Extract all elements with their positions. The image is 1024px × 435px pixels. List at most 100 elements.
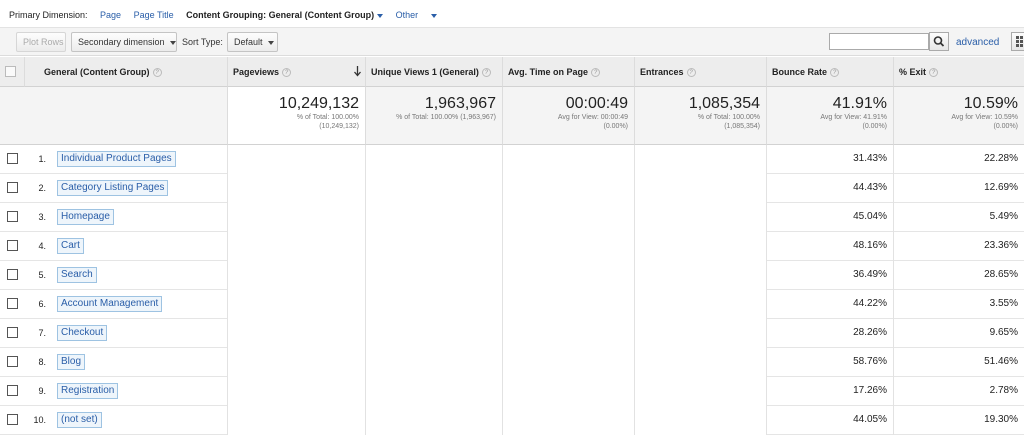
- exit-cell: 23.36%: [984, 240, 1018, 251]
- dimension-page-link[interactable]: Page: [100, 10, 121, 20]
- row-checkbox[interactable]: [7, 211, 18, 222]
- pageviews-cell: [228, 406, 366, 435]
- pageviews-cell: [228, 203, 366, 232]
- entrances-cell: [635, 348, 767, 377]
- entrances-cell: [635, 261, 767, 290]
- help-icon[interactable]: ?: [929, 68, 939, 78]
- column-header-entrances[interactable]: Entrances?: [635, 57, 767, 87]
- total-bounce-rate: 41.91% Avg for View: 41.91% (0.00%): [767, 87, 894, 145]
- chevron-down-icon: [377, 13, 384, 18]
- row-number: 8.: [38, 357, 46, 367]
- unique-views-cell: [366, 290, 503, 319]
- column-header-dimension[interactable]: General (Content Group)?: [25, 57, 228, 87]
- table-row: 10. (not set) 44.05% 19.30%: [0, 406, 1024, 435]
- content-group-link[interactable]: Homepage: [57, 209, 114, 225]
- exit-cell: 3.55%: [989, 298, 1018, 309]
- content-group-link[interactable]: Category Listing Pages: [57, 180, 169, 196]
- total-entrances: 1,085,354 % of Total: 100.00% (1,085,354…: [635, 87, 767, 145]
- bounce-rate-cell: 44.43%: [767, 174, 894, 203]
- column-header-bounce-rate[interactable]: Bounce Rate?: [767, 57, 894, 87]
- pageviews-cell: [228, 377, 366, 406]
- grid-icon: [1016, 36, 1023, 47]
- dimension-cell: 6. Account Management: [0, 290, 228, 319]
- bounce-rate-cell: 58.76%: [767, 348, 894, 377]
- pageviews-cell: [228, 290, 366, 319]
- dimension-cell: 9. Registration: [0, 377, 228, 406]
- table-view-button[interactable]: [1011, 32, 1024, 51]
- content-group-link[interactable]: Checkout: [57, 325, 108, 341]
- row-number: 10.: [33, 415, 46, 425]
- advanced-filter-link[interactable]: advanced: [956, 37, 999, 48]
- plot-rows-button[interactable]: Plot Rows: [16, 32, 66, 52]
- pageviews-cell: [228, 232, 366, 261]
- row-checkbox[interactable]: [7, 385, 18, 396]
- select-all-checkbox[interactable]: [5, 66, 16, 77]
- content-group-link[interactable]: Blog: [57, 354, 86, 370]
- bounce-rate-cell: 36.49%: [767, 261, 894, 290]
- bounce-rate-cell: 45.04%: [767, 203, 894, 232]
- row-checkbox[interactable]: [7, 153, 18, 164]
- select-all-cell: [0, 57, 25, 87]
- total-unique-views: 1,963,967 % of Total: 100.00% (1,963,967…: [366, 87, 503, 145]
- table-toolbar: Plot Rows Secondary dimension Sort Type:…: [0, 27, 1024, 56]
- sort-descending-icon: [354, 66, 361, 77]
- avg-time-cell: [503, 348, 635, 377]
- secondary-dimension-dropdown[interactable]: Secondary dimension: [71, 32, 177, 52]
- row-checkbox[interactable]: [7, 240, 18, 251]
- sort-type-dropdown[interactable]: Default: [227, 32, 278, 52]
- content-group-link[interactable]: Individual Product Pages: [57, 151, 176, 167]
- row-number: 4.: [38, 241, 46, 251]
- pageviews-cell: [228, 348, 366, 377]
- search-input[interactable]: [829, 33, 929, 50]
- content-group-link[interactable]: Account Management: [57, 296, 163, 312]
- help-icon[interactable]: ?: [591, 68, 601, 78]
- row-checkbox[interactable]: [7, 327, 18, 338]
- unique-views-cell: [366, 145, 503, 174]
- avg-time-cell: [503, 319, 635, 348]
- dimension-content-grouping[interactable]: Content Grouping: General (Content Group…: [186, 10, 384, 20]
- help-icon[interactable]: ?: [152, 68, 162, 78]
- entrances-cell: [635, 290, 767, 319]
- dimension-cell: 8. Blog: [0, 348, 228, 377]
- row-checkbox[interactable]: [7, 414, 18, 425]
- help-icon[interactable]: ?: [481, 68, 491, 78]
- avg-time-cell: [503, 203, 635, 232]
- column-header-unique-views[interactable]: Unique Views 1 (General)?: [366, 57, 503, 87]
- dimension-cell: 1. Individual Product Pages: [0, 145, 228, 174]
- exit-cell: 22.28%: [984, 153, 1018, 164]
- exit-cell: 9.65%: [989, 327, 1018, 338]
- chevron-down-icon: [267, 40, 274, 45]
- row-checkbox[interactable]: [7, 269, 18, 280]
- column-header-pageviews[interactable]: Pageviews?: [228, 57, 366, 87]
- content-group-link[interactable]: Registration: [57, 383, 119, 399]
- row-number: 7.: [38, 328, 46, 338]
- column-header-avg-time[interactable]: Avg. Time on Page?: [503, 57, 635, 87]
- dimension-other-dropdown[interactable]: Other: [396, 10, 438, 20]
- help-icon[interactable]: ?: [686, 68, 696, 78]
- dimension-page-title-link[interactable]: Page Title: [134, 10, 174, 20]
- unique-views-cell: [366, 377, 503, 406]
- dimension-cell: 5. Search: [0, 261, 228, 290]
- total-pageviews: 10,249,132 % of Total: 100.00% (10,249,1…: [228, 87, 366, 145]
- content-group-link[interactable]: Search: [57, 267, 97, 283]
- entrances-cell: [635, 232, 767, 261]
- totals-label-cell: [0, 87, 228, 145]
- row-checkbox[interactable]: [7, 356, 18, 367]
- content-group-link[interactable]: (not set): [57, 412, 102, 428]
- row-checkbox[interactable]: [7, 182, 18, 193]
- entrances-cell: [635, 319, 767, 348]
- dimension-cell: 10. (not set): [0, 406, 228, 435]
- content-group-link[interactable]: Cart: [57, 238, 84, 254]
- bounce-rate-cell: 44.22%: [767, 290, 894, 319]
- row-checkbox[interactable]: [7, 298, 18, 309]
- total-avg-time: 00:00:49 Avg for View: 00:00:49 (0.00%): [503, 87, 635, 145]
- exit-cell: 5.49%: [989, 211, 1018, 222]
- search-button[interactable]: [929, 32, 949, 51]
- help-icon[interactable]: ?: [830, 68, 840, 78]
- avg-time-cell: [503, 406, 635, 435]
- unique-views-cell: [366, 406, 503, 435]
- help-icon[interactable]: ?: [282, 68, 292, 78]
- unique-views-cell: [366, 232, 503, 261]
- entrances-cell: [635, 145, 767, 174]
- column-header-exit[interactable]: % Exit?: [894, 57, 1024, 87]
